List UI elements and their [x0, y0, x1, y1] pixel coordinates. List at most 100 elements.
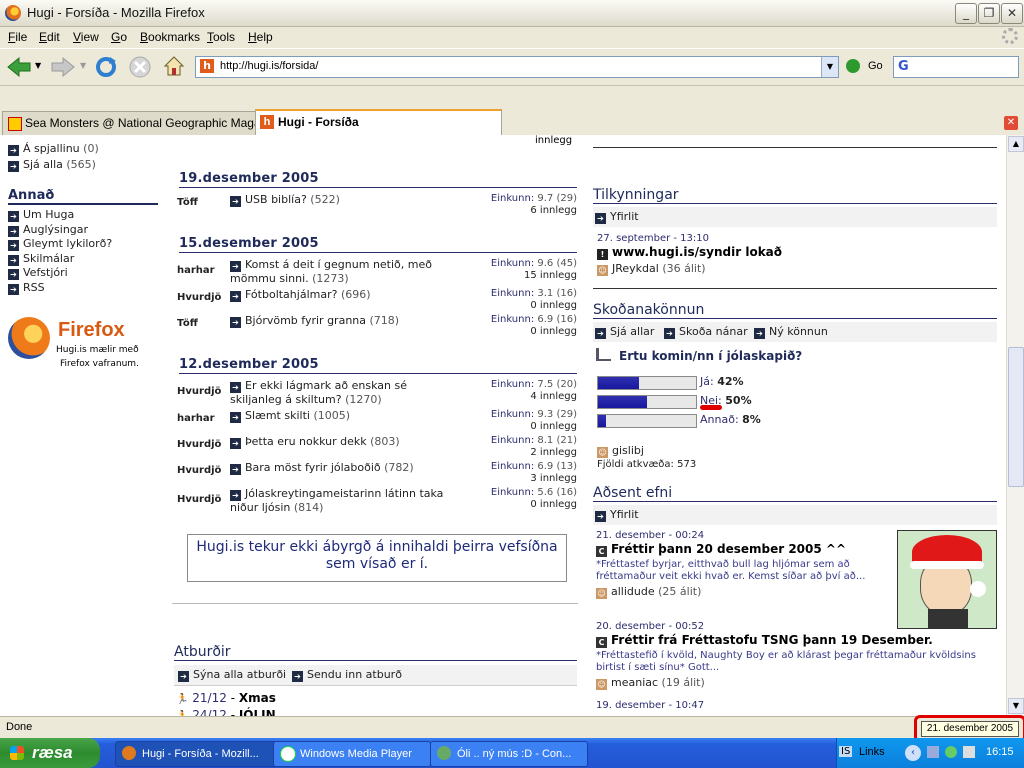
system-tray: IS Links ‹ 16:15	[836, 738, 1024, 768]
poll-details-link[interactable]: ➔ Skoða nánar	[664, 325, 748, 339]
back-dropdown-icon[interactable]: ▼	[35, 61, 41, 70]
exclamation-icon: !	[597, 249, 608, 260]
link-rss[interactable]: ➔ RSS	[8, 281, 112, 296]
menu-edit[interactable]: Edit	[39, 30, 60, 44]
table-row[interactable]: Hvurdjö ➔ Bara möst fyrir jólaboðið (782) E…	[177, 461, 577, 484]
article-title[interactable]: ➔ Fótboltahjálmar? (696)	[230, 288, 450, 302]
tilkynningar-overview-link[interactable]: ➔ Yfirlit	[595, 210, 639, 224]
start-label: ræsa	[32, 743, 73, 762]
link-gleymt-lykilord[interactable]: ➔ Gleymt lykilorð?	[8, 237, 112, 252]
google-search-icon[interactable]: G	[898, 59, 909, 74]
start-button[interactable]: ræsa	[0, 738, 100, 768]
article-title[interactable]: ➔ Bara möst fyrir jólaboðið (782)	[230, 461, 450, 475]
send-event-link[interactable]: ➔ Sendu inn atburð	[292, 668, 402, 682]
link-um-huga[interactable]: ➔ Um Huga	[8, 208, 112, 223]
menu-view[interactable]: View	[73, 30, 99, 44]
tray-icon[interactable]	[945, 746, 957, 758]
show-all-events-link[interactable]: ➔ Sýna alla atburði	[178, 668, 286, 682]
scroll-thumb[interactable]	[1008, 347, 1024, 487]
arrow-icon: ➔	[230, 317, 241, 328]
poll-see-all-link[interactable]: ➔ Sjá allar	[595, 325, 654, 339]
links-toolbar[interactable]: Links	[859, 746, 885, 758]
chevron-left-icon[interactable]: ‹	[905, 745, 921, 761]
adsent-item[interactable]: 21. desember - 00:24 C Fréttir þann 20 de…	[596, 530, 896, 599]
poll-new-link[interactable]: ➔ Ný könnun	[754, 325, 828, 339]
link-vefstjori[interactable]: ➔ Vefstjóri	[8, 266, 112, 281]
firefox-promo[interactable]: Firefox Hugi.is mælir með Firefox vafran…	[6, 315, 156, 369]
tab-hugi-forsida[interactable]: h Hugi - Forsíða	[255, 109, 502, 137]
address-bar[interactable]: h http://hugi.is/forsida/ ▼	[195, 56, 839, 78]
close-button[interactable]: ✕	[1001, 3, 1023, 24]
tilkynning-author[interactable]: ☺ JReykdal (36 álit)	[597, 262, 706, 276]
list-item[interactable]: ➔ Á spjallinu (0)	[8, 142, 99, 156]
table-row[interactable]: Hvurdjö ➔ Þetta eru nokkur dekk (803) Einku…	[177, 435, 577, 458]
task-media-player[interactable]: Windows Media Player	[273, 741, 431, 767]
user-icon: ☺	[596, 588, 607, 599]
table-row[interactable]: Töff ➔ USB biblía? (522) Einkunn: 9.7 (29) 6…	[177, 193, 577, 216]
table-row[interactable]: Hvurdjö ➔ Fótboltahjálmar? (696) Einkunn: 3…	[177, 288, 577, 311]
left-top-list: ➔ Á spjallinu (0) ➔ Sjá alla (565)	[8, 142, 99, 172]
task-firefox[interactable]: Hugi - Forsíða - Mozill...	[115, 741, 287, 767]
scroll-up-icon[interactable]: ▲	[1008, 136, 1024, 152]
reload-icon[interactable]	[94, 55, 118, 79]
forward-dropdown-icon[interactable]: ▼	[80, 61, 86, 70]
article-title[interactable]: ➔ USB biblía? (522)	[230, 193, 450, 207]
forward-arrow-icon[interactable]	[50, 56, 76, 78]
language-indicator[interactable]: IS	[839, 746, 853, 757]
go-icon[interactable]	[846, 59, 860, 73]
table-row[interactable]: Hvurdjö ➔ Jólaskreytingameistarinn látinn …	[177, 487, 577, 515]
menu-tools[interactable]: Tools	[207, 30, 235, 44]
table-row[interactable]: Hvurdjö ➔ Er ekki lágmark að enskan sé ski…	[177, 379, 577, 407]
score-block: Einkunn: 9.7 (29) 6 innlegg	[490, 193, 577, 216]
link-auglysingar[interactable]: ➔ Auglýsingar	[8, 223, 112, 238]
article-title[interactable]: ➔ Þetta eru nokkur dekk (803)	[230, 435, 450, 449]
score-block: Einkunn: 7.5 (20) 4 innlegg	[490, 379, 577, 402]
table-row[interactable]: Töff ➔ Bjórvömb fyrir granna (718) Einkunn:…	[177, 314, 577, 337]
go-button[interactable]: Go	[868, 60, 883, 72]
menu-file[interactable]: File	[8, 30, 27, 44]
maximize-button[interactable]: ❐	[978, 3, 1000, 24]
arrow-icon: ➔	[8, 254, 19, 266]
article-title[interactable]: ➔ Er ekki lágmark að enskan sé skiljanleg…	[230, 379, 450, 406]
tilkynningar-toolbar: ➔ Yfirlit	[593, 207, 997, 227]
arrow-icon: ➔	[230, 382, 241, 393]
minimize-button[interactable]: _	[955, 3, 977, 24]
article-title[interactable]: ➔ Bjórvömb fyrir granna (718)	[230, 314, 450, 328]
volume-icon[interactable]	[963, 746, 975, 758]
article-title[interactable]: ➔ Komst á deit í gegnum netið, með mömmu …	[230, 258, 450, 285]
scroll-down-icon[interactable]: ▼	[1008, 698, 1024, 714]
menu-bookmarks[interactable]: Bookmarks	[140, 30, 200, 44]
vertical-scrollbar[interactable]: ▲ ▼	[1006, 135, 1024, 716]
poll-question: Ertu komin/nn í jólaskapið?	[596, 348, 802, 363]
search-box[interactable]: G	[893, 56, 1019, 78]
list-item[interactable]: ➔ Sjá alla (565)	[8, 158, 99, 172]
network-icon[interactable]	[927, 746, 939, 758]
address-dropdown-icon[interactable]: ▼	[821, 57, 838, 77]
day-heading: 15.desember 2005	[179, 236, 577, 253]
article-title[interactable]: ➔ Jólaskreytingameistarinn látinn taka ni…	[230, 487, 450, 514]
poll-author[interactable]: ☺ gislibj	[597, 444, 644, 458]
event-xmas[interactable]: 🏃 21/12 - Xmas	[176, 691, 276, 705]
event-jolin[interactable]: 🏃 24/12 - JÓLIN	[176, 708, 276, 716]
run-icon: 🏃	[176, 694, 189, 705]
table-row[interactable]: harhar ➔ Komst á deit í gegnum netið, með …	[177, 258, 577, 286]
tab-sea-monsters[interactable]: Sea Monsters @ National Geographic Magaz…	[2, 111, 256, 135]
adsent-item[interactable]: 20. desember - 00:52 C Fréttir frá Frétta…	[596, 621, 1000, 690]
task-conversation[interactable]: Óli .. ný mús :D - Con...	[430, 741, 588, 767]
poll-bar-fill	[598, 377, 639, 389]
window-title: Hugi - Forsíða - Mozilla Firefox	[27, 5, 205, 20]
santa-avatar-image[interactable]	[897, 530, 997, 629]
home-icon[interactable]	[162, 54, 186, 78]
menu-help[interactable]: Help	[248, 30, 273, 44]
adsent-overview-link[interactable]: ➔ Yfirlit	[595, 508, 639, 522]
table-row[interactable]: harhar ➔ Slæmt skilti (1005) Einkunn: 9.3 (…	[177, 409, 577, 432]
close-tab-icon[interactable]: ✕	[1004, 116, 1018, 130]
back-arrow-icon[interactable]	[6, 56, 32, 78]
stop-icon[interactable]	[128, 55, 152, 79]
tilkynning-title[interactable]: ! www.hugi.is/syndir lokað	[597, 245, 782, 260]
article-title[interactable]: ➔ Slæmt skilti (1005)	[230, 409, 450, 423]
firefox-wordmark: Firefox	[58, 319, 125, 341]
firefox-icon	[5, 5, 21, 21]
menu-go[interactable]: Go	[111, 30, 127, 44]
link-skilmalar[interactable]: ➔ Skilmálar	[8, 252, 112, 267]
